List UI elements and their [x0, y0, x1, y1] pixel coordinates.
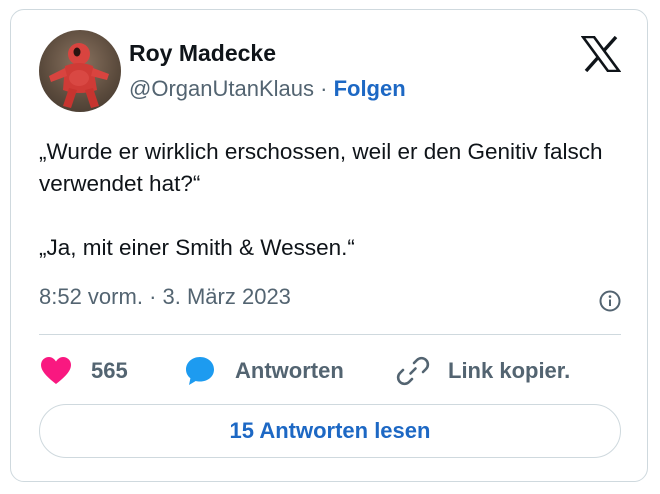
heart-icon	[41, 357, 71, 384]
x-logo-icon[interactable]	[581, 36, 621, 72]
tweet-text: „Wurde er wirklich erschossen, weil er d…	[39, 139, 603, 260]
avatar[interactable]	[39, 30, 121, 112]
tweet-embed-card: Roy Madecke @OrganUtanKlaus · Folgen „Wu…	[10, 9, 648, 482]
copy-link-button[interactable]: Link kopier.	[396, 354, 570, 388]
tweet-timestamp[interactable]: 8:52 vorm. · 3. März 2023	[39, 284, 291, 310]
timestamp-separator: ·	[149, 284, 157, 309]
read-replies-button[interactable]: 15 Antworten lesen	[39, 404, 621, 458]
author-handle[interactable]: @OrganUtanKlaus	[129, 76, 314, 101]
speech-bubble-icon	[186, 357, 214, 385]
copy-link-label: Link kopier.	[448, 358, 571, 383]
divider	[39, 334, 621, 335]
tweet-date: 3. März 2023	[162, 284, 291, 309]
handle-separator: ·	[320, 76, 328, 101]
like-count: 565	[91, 358, 128, 383]
read-replies-label: 15 Antworten lesen	[229, 418, 431, 443]
author-handle-row: @OrganUtanKlaus · Folgen	[129, 76, 406, 102]
info-icon[interactable]	[599, 290, 621, 312]
red-plush-figure-avatar	[49, 43, 109, 108]
author-name[interactable]: Roy Madecke	[129, 40, 276, 67]
like-button[interactable]: 565	[39, 354, 128, 388]
tweet-time: 8:52 vorm.	[39, 284, 143, 309]
follow-link[interactable]: Folgen	[334, 76, 406, 101]
reply-label: Antworten	[235, 358, 344, 383]
link-icon	[396, 356, 430, 386]
reply-button[interactable]: Antworten	[183, 354, 344, 388]
